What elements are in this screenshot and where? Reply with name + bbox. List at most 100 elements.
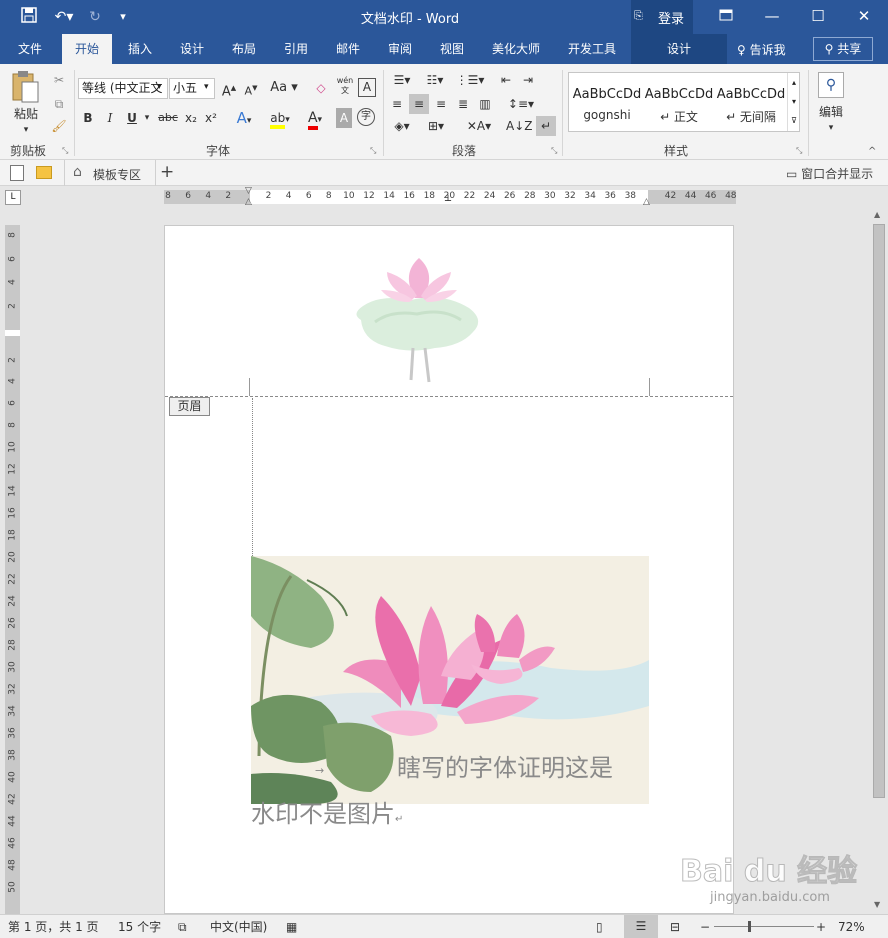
paste-icon[interactable] — [10, 70, 44, 104]
maximize-icon[interactable]: ☐ — [795, 0, 841, 32]
style-normal[interactable]: AaBbCcDd ↵ 正文 — [643, 73, 715, 131]
zoom-out-icon[interactable]: − — [700, 919, 710, 935]
bold-button[interactable]: B — [80, 108, 96, 128]
close-icon[interactable]: ✕ — [841, 0, 887, 32]
center-tab-marker[interactable]: ┴ — [445, 196, 451, 207]
new-doc-icon[interactable] — [10, 165, 24, 181]
bullets-icon[interactable]: ☰▾ — [388, 70, 416, 90]
document-text-line2[interactable]: 水印不是图片↵ — [251, 794, 403, 829]
web-layout-icon[interactable]: ⊟ — [670, 919, 680, 935]
highlight-icon[interactable]: ab▾ — [264, 108, 296, 129]
font-name-dropdown-icon[interactable]: ▾ — [157, 82, 162, 92]
shrink-font-icon[interactable]: A▼ — [242, 78, 260, 98]
first-line-indent-marker[interactable]: ▽ — [245, 186, 252, 196]
save-icon[interactable] — [18, 7, 40, 27]
copy-icon[interactable]: ⧉ — [50, 94, 68, 114]
styles-launcher-icon[interactable]: ⤡ — [796, 146, 802, 156]
find-icon[interactable]: ⚲ — [818, 72, 844, 98]
language[interactable]: 中文(中国) — [210, 919, 267, 935]
tab-layout[interactable]: 布局 — [220, 34, 268, 64]
align-right-icon[interactable]: ≡ — [432, 94, 450, 114]
char-border-icon[interactable]: A — [358, 78, 376, 97]
right-indent-marker[interactable]: △ — [643, 197, 650, 207]
merge-windows-button[interactable]: ▭ 窗口合并显示 — [786, 165, 873, 182]
align-left-icon[interactable]: ≡ — [388, 94, 406, 114]
cut-icon[interactable]: ✂ — [50, 70, 68, 90]
ribbon-display-options-icon[interactable] — [703, 0, 749, 32]
zoom-level[interactable]: 72% — [838, 919, 865, 935]
numbering-icon[interactable]: ☷▾ — [420, 70, 450, 90]
change-case-button[interactable]: Aa ▾ — [268, 78, 300, 98]
align-center-icon[interactable]: ≡ — [409, 94, 429, 114]
vertical-ruler[interactable]: 8 6 4 2 2 4 6 8 10 12 14 16 18 20 22 24 26 28 30 32 34 36 38 40… — [0, 208, 28, 914]
tab-references[interactable]: 引用 — [272, 34, 320, 64]
word-count[interactable]: 15 个字 — [118, 919, 161, 935]
collapse-ribbon-icon[interactable]: ^ — [868, 146, 876, 157]
document-page[interactable]: 页眉 → 瞎写的字体证明这是 水印不是图片↵ — [164, 225, 734, 914]
customize-qat-icon[interactable]: ▾ — [112, 7, 134, 27]
format-painter-icon[interactable]: 🖌 — [50, 116, 68, 136]
scroll-down-icon[interactable]: ▼ — [874, 900, 880, 909]
signin-area[interactable]: ⎘ 登录 — [631, 0, 693, 34]
tab-home[interactable]: 开始 — [62, 34, 112, 64]
phonetic-guide-icon[interactable]: wén 文 — [334, 76, 356, 96]
char-shading-icon[interactable]: A — [336, 108, 352, 128]
tab-view[interactable]: 视图 — [428, 34, 476, 64]
tab-beautify[interactable]: 美化大师 — [482, 34, 550, 64]
print-layout-icon[interactable]: ☰ — [624, 915, 658, 938]
folder-icon[interactable] — [36, 166, 52, 179]
editing-dropdown-icon[interactable]: ▾ — [824, 118, 838, 138]
distributed-icon[interactable]: ▥ — [476, 94, 494, 114]
shading-icon[interactable]: ◈▾ — [388, 116, 416, 136]
tab-header-design[interactable]: 设计 — [631, 34, 727, 64]
tab-file[interactable]: 文件 — [6, 34, 54, 64]
style-gognshi[interactable]: AaBbCcDd gognshi — [571, 73, 643, 131]
font-color-icon[interactable]: A▾ — [300, 108, 330, 130]
decrease-indent-icon[interactable]: ⇤ — [496, 70, 516, 90]
zoom-in-icon[interactable]: + — [816, 919, 826, 935]
tab-insert[interactable]: 插入 — [116, 34, 164, 64]
borders-icon[interactable]: ⊞▾ — [422, 116, 450, 136]
tab-design[interactable]: 设计 — [168, 34, 216, 64]
chinese-layout-icon[interactable]: ✕A▾ — [464, 116, 494, 136]
underline-dropdown-icon[interactable]: ▾ — [142, 108, 152, 128]
sort-icon[interactable]: A↓Z — [506, 116, 532, 136]
vertical-scrollbar[interactable]: ▲ ▼ — [870, 208, 888, 914]
macro-icon[interactable]: ▦ — [286, 919, 297, 935]
clipboard-launcher-icon[interactable]: ⤡ — [62, 146, 68, 156]
underline-button[interactable]: U — [124, 108, 140, 128]
minimize-icon[interactable]: — — [749, 0, 795, 32]
styles-scroll[interactable]: ▴ ▾ ⊽ — [787, 73, 800, 131]
tellme-box[interactable]: ♀ 告诉我 — [737, 41, 786, 58]
justify-icon[interactable]: ≣ — [454, 94, 472, 114]
enclose-char-icon[interactable]: 字 — [357, 108, 375, 126]
tab-developer[interactable]: 开发工具 — [556, 34, 628, 64]
italic-button[interactable]: I — [102, 108, 118, 128]
proofing-icon[interactable]: ⧉ — [178, 919, 187, 935]
document-text-line1[interactable]: 瞎写的字体证明这是 — [397, 748, 613, 783]
zoom-slider-thumb[interactable] — [748, 921, 751, 932]
font-name-combo[interactable]: 等线 (中文正文 — [78, 78, 168, 99]
style-no-spacing[interactable]: AaBbCcDd ↵ 无间隔 — [715, 73, 787, 131]
strikethrough-button[interactable]: abc — [156, 108, 180, 128]
add-tab-icon[interactable]: + — [160, 162, 178, 182]
paste-dropdown-icon[interactable]: ▾ — [18, 120, 34, 140]
paragraph-launcher-icon[interactable]: ⤡ — [551, 146, 557, 156]
grow-font-icon[interactable]: A▲ — [220, 78, 238, 99]
show-marks-icon[interactable]: ↵ — [536, 116, 556, 136]
line-spacing-icon[interactable]: ↕≡▾ — [506, 94, 536, 114]
read-mode-icon[interactable]: ▯ — [596, 919, 603, 935]
share-button[interactable]: ⚲ 共享 — [813, 37, 873, 61]
scroll-up-icon[interactable]: ▲ — [874, 210, 880, 219]
clear-formatting-icon[interactable]: ◇ — [312, 78, 330, 98]
horizontal-ruler[interactable]: L 8 6 4 2 2 4 6 8 10 12 14 16 18 20 22 24 26 28 30 32 34 36 38… — [0, 186, 888, 208]
superscript-button[interactable]: x² — [202, 108, 220, 128]
tab-review[interactable]: 审阅 — [376, 34, 424, 64]
zoom-slider[interactable] — [714, 926, 814, 927]
text-effects-icon[interactable]: A▾ — [232, 108, 256, 128]
font-size-dropdown-icon[interactable]: ▾ — [204, 82, 209, 92]
signin-link[interactable]: 登录 — [658, 8, 684, 27]
tab-mailings[interactable]: 邮件 — [324, 34, 372, 64]
increase-indent-icon[interactable]: ⇥ — [518, 70, 538, 90]
template-tab[interactable]: ⌂ 模板专区 — [64, 160, 156, 186]
